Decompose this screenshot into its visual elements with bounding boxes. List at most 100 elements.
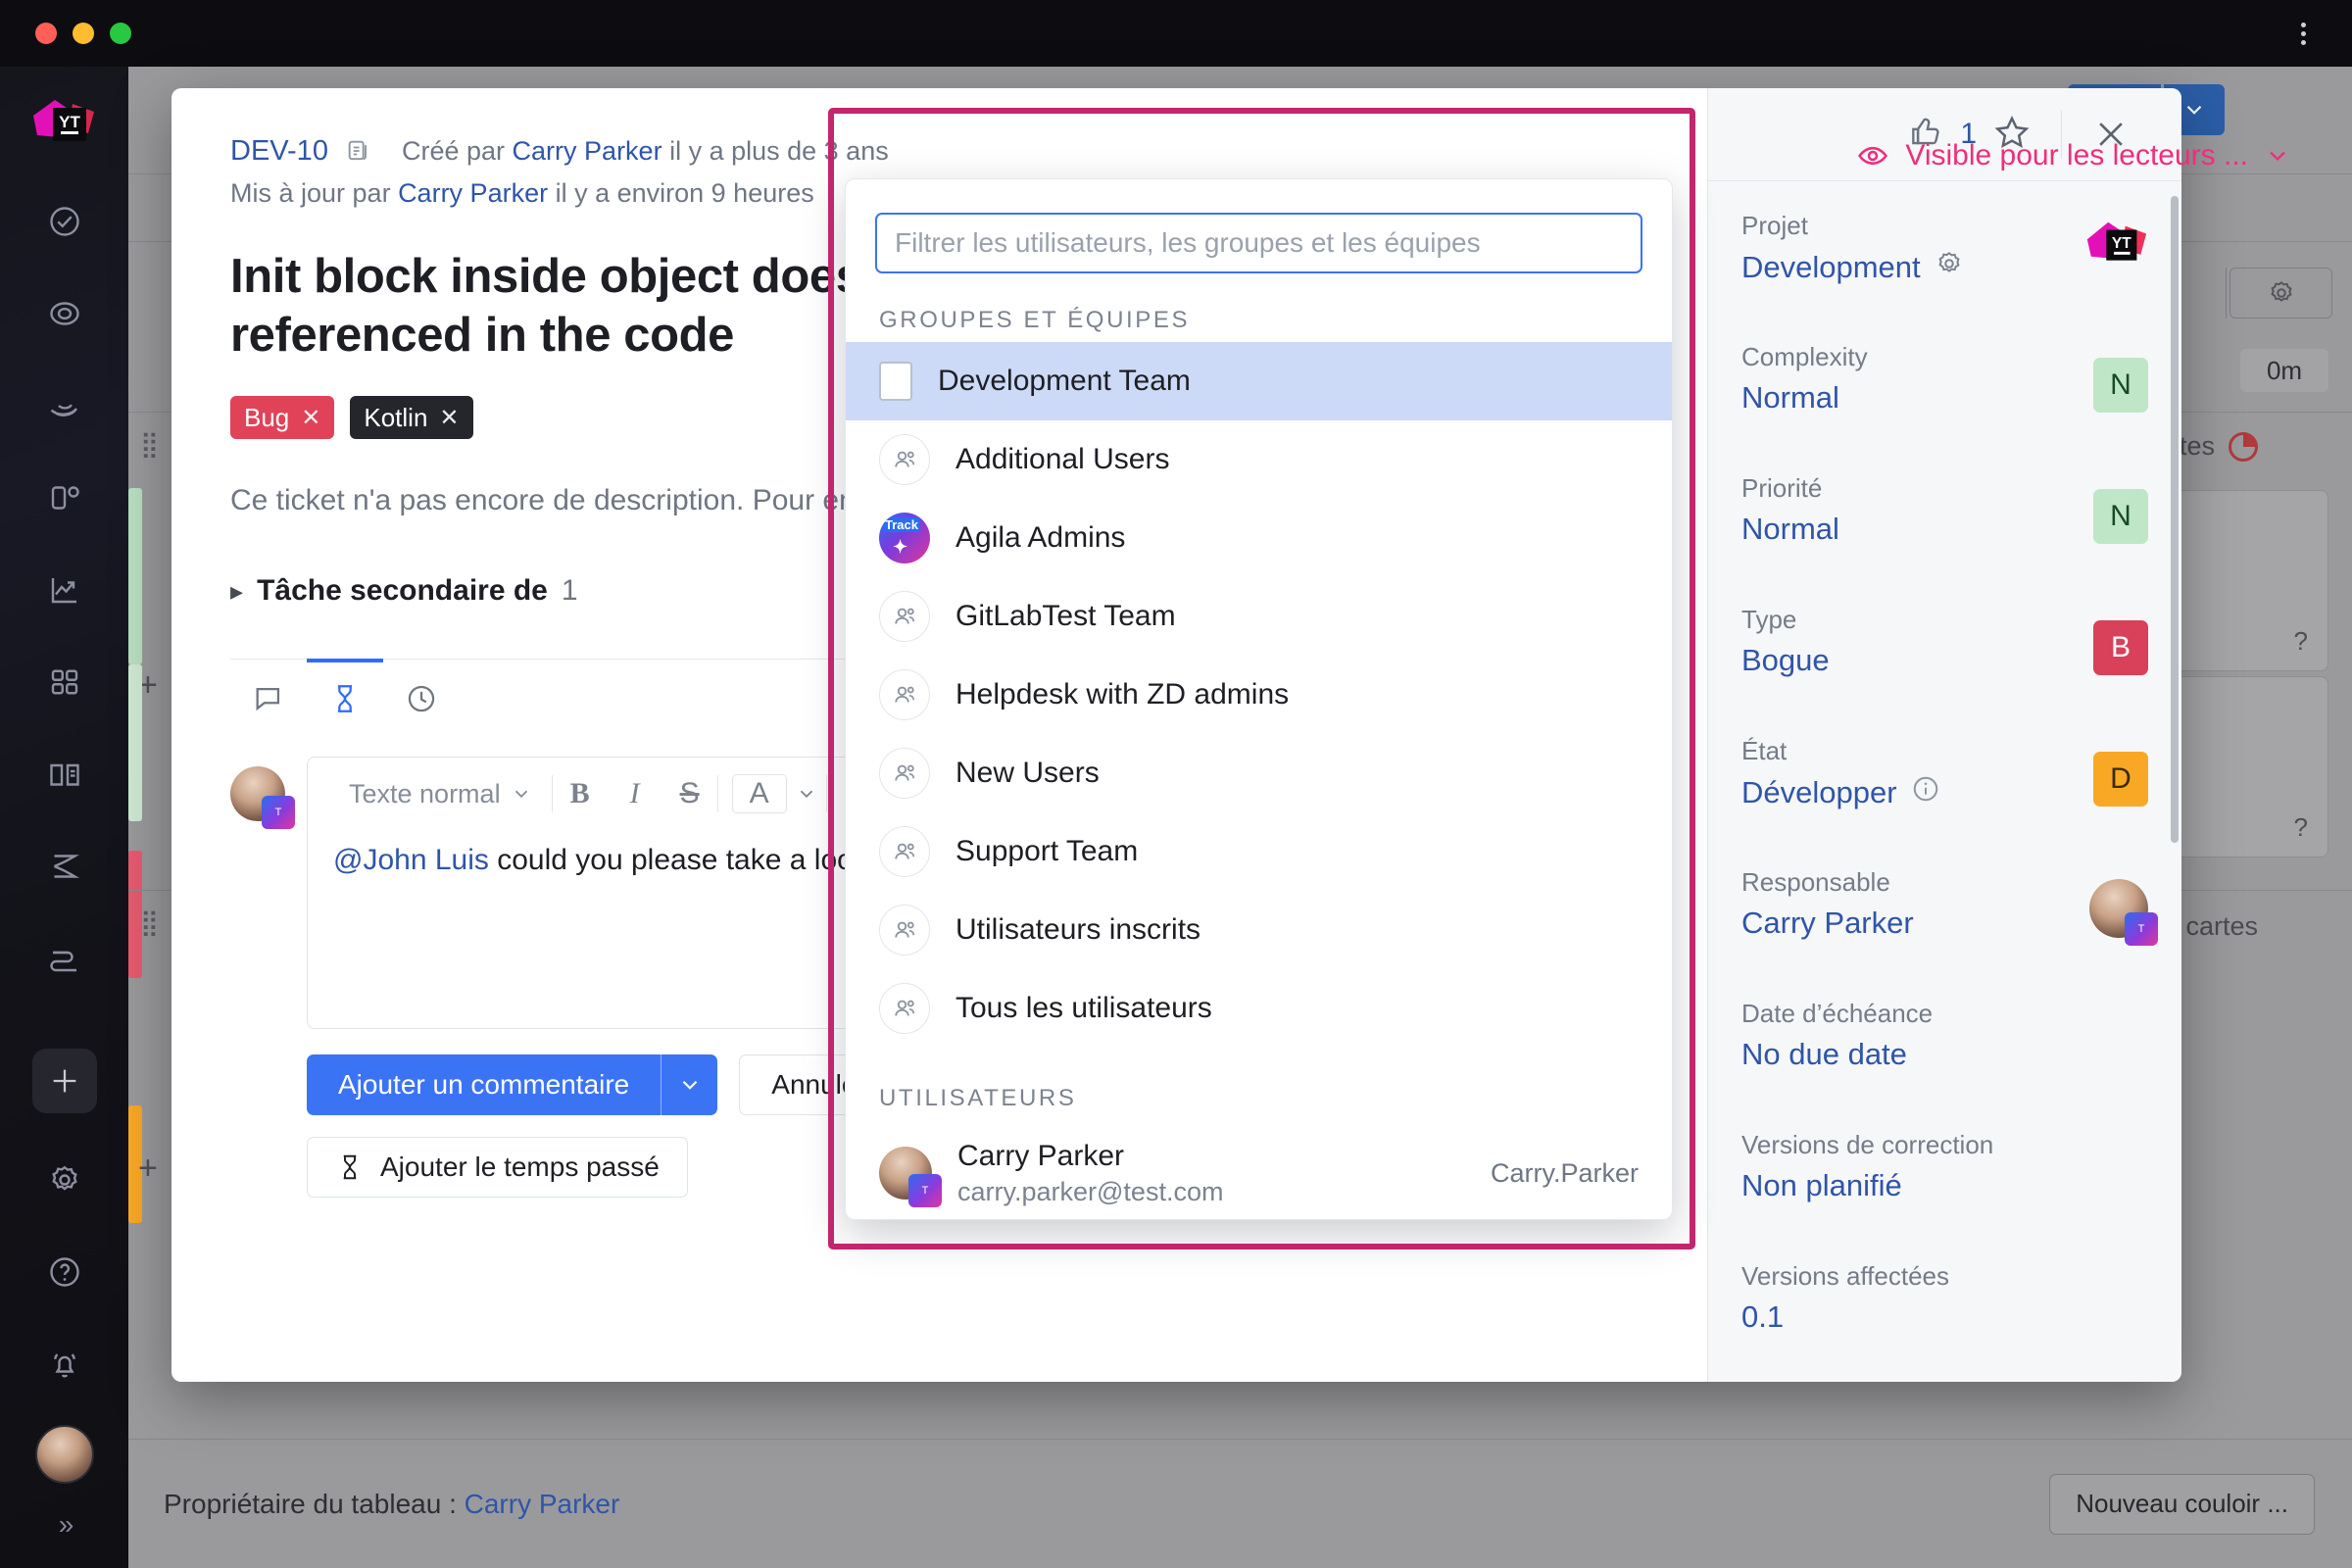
youtrack-logo[interactable]: YT <box>29 94 100 165</box>
kebab-menu-icon[interactable] <box>2287 18 2319 49</box>
created-when: il y a plus de 3 ans <box>662 136 889 166</box>
sidebar-item-analytics[interactable] <box>29 555 100 625</box>
copy-icon[interactable] <box>345 137 372 165</box>
chevron-right-icon[interactable]: ▸ <box>230 576 243 607</box>
sidebar-item-knowledge-base[interactable] <box>29 739 100 809</box>
field-value[interactable]: Non planifié <box>1741 1168 2148 1203</box>
dropdown-group-item[interactable]: Utilisateurs inscrits <box>846 891 1672 969</box>
swimlane-drag-handle[interactable]: ⣿ <box>140 431 161 457</box>
field-value-text: Normal <box>1741 380 1839 415</box>
users-section-header: UTILISATEURS <box>879 1085 1077 1111</box>
sidebar-item-projects[interactable] <box>29 647 100 717</box>
swimlane-drag-handle[interactable]: ⣿ <box>140 909 161 935</box>
field-priorit: Priorité Normal N <box>1741 473 2148 564</box>
bold-button[interactable]: B <box>553 777 608 810</box>
text-style-label: Texte normal <box>349 778 501 808</box>
add-card-button[interactable]: + <box>138 1150 158 1188</box>
text-color-button[interactable]: A <box>731 774 787 814</box>
strikethrough-button[interactable]: S <box>662 777 717 810</box>
sidebar-item-agile-boards[interactable] <box>29 278 100 349</box>
search-input-placeholder: Filtrer les utilisateurs, les groupes et… <box>895 227 1481 258</box>
svg-text:YT: YT <box>59 113 80 131</box>
field-value[interactable]: Normal <box>1741 380 2148 416</box>
side-panel-scrollbar[interactable] <box>2171 196 2179 843</box>
dropdown-group-item[interactable]: GitLabTest Team <box>846 577 1672 656</box>
sidebar-item-dashboards[interactable] <box>29 463 100 533</box>
close-icon[interactable]: ✕ <box>301 404 320 432</box>
chevrons-right-icon[interactable]: » <box>59 1509 74 1541</box>
field-complexity: Complexity Normal N <box>1741 342 2148 432</box>
question-icon[interactable] <box>29 1237 100 1307</box>
users-icon <box>879 983 930 1034</box>
status-badge: D <box>2093 752 2148 807</box>
dropdown-group-item[interactable]: Tous les utilisateurs <box>846 969 1672 1048</box>
add-comment-caret-icon[interactable] <box>661 1054 718 1116</box>
add-comment-button[interactable]: Ajouter un commentaire <box>307 1054 662 1116</box>
tab-work-items[interactable] <box>307 659 383 735</box>
field-value[interactable]: Carry Parker <box>1741 906 2148 941</box>
progress-pie-icon <box>2229 431 2258 462</box>
board-owner-name[interactable]: Carry Parker <box>465 1489 620 1519</box>
users-icon <box>879 826 930 877</box>
field-value[interactable]: 0.1 <box>1741 1299 2148 1335</box>
dropdown-group-item[interactable]: Development Team <box>846 342 1672 420</box>
created-by-user[interactable]: Carry Parker <box>513 136 662 166</box>
tab-comments[interactable] <box>230 659 307 735</box>
dropdown-group-item[interactable]: Helpdesk with ZD admins <box>846 656 1672 734</box>
close-window-button[interactable] <box>35 23 57 44</box>
card-color-chip <box>128 664 142 821</box>
users-icon <box>879 748 930 799</box>
dropdown-group-item[interactable]: Support Team <box>846 812 1672 891</box>
field-type: Type Bogue B <box>1741 605 2148 695</box>
dropdown-group-item[interactable]: Additional Users <box>846 420 1672 499</box>
sidebar-item-workflows[interactable] <box>29 923 100 994</box>
mention-john-luis[interactable]: @John Luis <box>333 844 489 876</box>
field-value-text: Bogue <box>1741 643 1830 677</box>
text-style-select[interactable]: Texte normal <box>329 779 552 809</box>
tab-history[interactable] <box>383 659 460 735</box>
add-spent-time-button[interactable]: Ajouter le temps passé <box>307 1137 688 1199</box>
board-status-bar: Propriétaire du tableau : Carry Parker N… <box>128 1439 2352 1568</box>
updated-when: il y a environ 9 heures <box>548 177 814 208</box>
board-card-estimate: ? <box>2293 812 2308 842</box>
dropdown-group-label: GitLabTest Team <box>956 600 1176 632</box>
close-icon[interactable]: ✕ <box>439 404 459 432</box>
italic-button[interactable]: I <box>608 777 662 810</box>
field-value-text: Développer <box>1741 775 1897 809</box>
field-value[interactable]: Développer <box>1741 774 2148 811</box>
maximize-window-button[interactable] <box>110 23 131 44</box>
gear-icon[interactable] <box>29 1145 100 1215</box>
field-value[interactable]: Normal <box>1741 512 2148 547</box>
tag-bug[interactable]: Bug ✕ <box>230 396 335 440</box>
visibility-selector[interactable]: Visible pour les lecteurs ... <box>1856 139 2291 172</box>
board-card-estimate: ? <box>2293 626 2308 656</box>
sidebar-item-issues[interactable] <box>29 186 100 257</box>
issue-id[interactable]: DEV-10 <box>230 135 328 167</box>
field-value[interactable]: Bogue <box>1741 643 2148 678</box>
board-toolbar-separator <box>2226 268 2227 318</box>
text-color-caret-icon[interactable] <box>787 783 826 805</box>
avatar[interactable] <box>34 1425 94 1484</box>
field-value-text: Carry Parker <box>1741 906 1914 940</box>
updated-by-user[interactable]: Carry Parker <box>398 178 548 208</box>
board-settings-button[interactable] <box>2230 268 2332 318</box>
dropdown-group-label: Additional Users <box>956 443 1170 475</box>
sidebar-item-reports[interactable] <box>29 370 100 441</box>
gear-icon[interactable] <box>1935 249 1964 286</box>
dropdown-group-label: Tous les utilisateurs <box>956 992 1212 1024</box>
board-total-time: 0m <box>2240 349 2328 392</box>
create-button[interactable] <box>31 1049 97 1113</box>
new-swimlane-button[interactable]: Nouveau couloir ... <box>2049 1473 2315 1535</box>
dropdown-user-item[interactable]: T Carry Parker carry.parker@test.com Carry.… <box>846 1120 1672 1219</box>
checkbox[interactable] <box>879 362 912 401</box>
tag-kotlin[interactable]: Kotlin ✕ <box>350 396 473 440</box>
search-input[interactable]: Filtrer les utilisateurs, les groupes et… <box>875 213 1642 273</box>
field-value[interactable]: No due date <box>1741 1037 2148 1072</box>
minimize-window-button[interactable] <box>73 23 94 44</box>
dropdown-group-item[interactable]: New Users <box>846 734 1672 812</box>
info-icon[interactable] <box>1911 774 1940 811</box>
comment-text: could you please take a loo <box>488 844 854 877</box>
sidebar-item-timesheets[interactable] <box>29 831 100 902</box>
bell-icon[interactable] <box>29 1329 100 1399</box>
dropdown-group-item[interactable]: Track ✦ Agila Admins <box>846 499 1672 577</box>
